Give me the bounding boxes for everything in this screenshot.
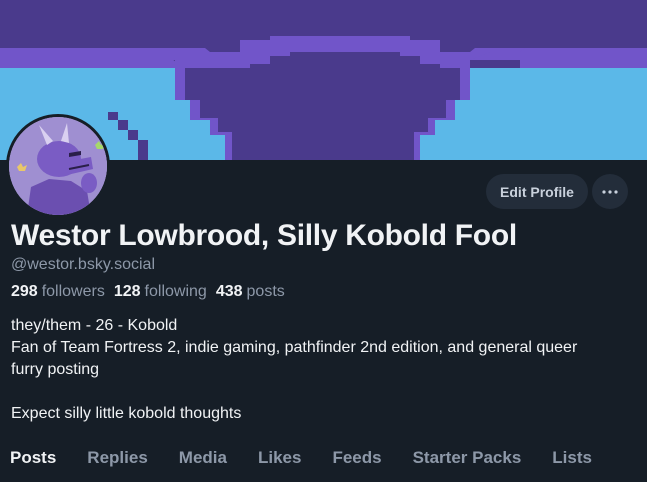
more-options-button[interactable] — [592, 174, 628, 209]
display-name: Westor Lowbrood, Silly Kobold Fool — [11, 219, 517, 252]
bio-line: they/them - 26 - Kobold — [11, 317, 178, 334]
following-stat[interactable]: 128 following — [114, 283, 207, 301]
profile-stats: 298 followers 128 following 438 posts — [11, 283, 285, 301]
following-count: 128 — [113, 283, 141, 300]
posts-label: posts — [246, 283, 285, 300]
edit-profile-button[interactable]: Edit Profile — [486, 174, 588, 209]
tab-posts[interactable]: Posts — [10, 448, 56, 482]
profile-bio: they/them - 26 - Kobold Fan of Team Fort… — [11, 315, 636, 425]
more-horizontal-icon — [602, 189, 618, 194]
profile-tabs: Posts Replies Media Likes Feeds Starter … — [0, 448, 647, 482]
bio-line — [11, 381, 636, 403]
profile-handle[interactable]: @westor.bsky.social — [11, 256, 155, 274]
following-label: following — [144, 283, 207, 300]
bio-line: Expect silly little kobold thoughts — [11, 405, 242, 422]
followers-stat[interactable]: 298 followers — [11, 283, 105, 301]
kobold-avatar-image — [9, 117, 107, 215]
tab-lists[interactable]: Lists — [552, 448, 592, 482]
followers-label: followers — [41, 283, 105, 300]
tab-replies[interactable]: Replies — [87, 448, 147, 482]
bio-line: Fan of Team Fortress 2, indie gaming, pa… — [11, 339, 578, 356]
tab-starter-packs[interactable]: Starter Packs — [413, 448, 522, 482]
tab-feeds[interactable]: Feeds — [332, 448, 381, 482]
bio-line: furry posting — [11, 361, 100, 378]
tab-likes[interactable]: Likes — [258, 448, 301, 482]
followers-count: 298 — [11, 283, 38, 300]
posts-count: 438 — [215, 283, 243, 300]
profile-avatar[interactable] — [6, 114, 110, 218]
tab-media[interactable]: Media — [179, 448, 227, 482]
posts-stat: 438 posts — [216, 283, 285, 301]
